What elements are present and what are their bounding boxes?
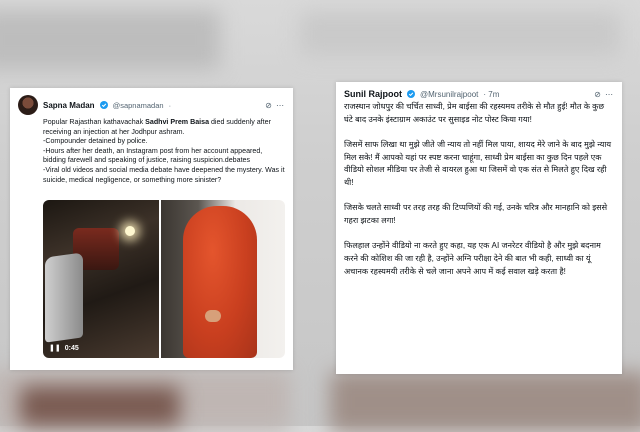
tweet-paragraph: फिलहाल उन्होंने वीडियो ना करते हुए कहा, … (344, 241, 601, 276)
tweet-bullet: -Viral old videos and social media debat… (43, 165, 285, 184)
grok-slash-icon[interactable]: ⊘ ⋯ (594, 90, 614, 99)
video-frame-car (45, 252, 83, 343)
tweet-lead: Popular Rajasthan kathavachak Sadhvi Pre… (43, 118, 285, 137)
separator-dot: · (168, 100, 172, 110)
tweet-text: Popular Rajasthan kathavachak Sadhvi Pre… (43, 118, 285, 185)
author-handle[interactable]: @Mrsunilrajpoot (420, 90, 478, 99)
author-name[interactable]: Sapna Madan (43, 101, 95, 110)
verified-badge-icon (99, 101, 108, 109)
background-blur (330, 372, 640, 432)
tweet-bullet: -Compounder detained by police. (43, 137, 148, 146)
background-blur (300, 12, 620, 56)
tweet-lead-bold: Sadhvi Prem Baisa (145, 118, 210, 126)
pause-icon[interactable]: ❚❚ (49, 344, 61, 352)
video-frame-light (125, 226, 135, 236)
tweet-bullet: -Hours after her death, an Instagram pos… (43, 146, 263, 165)
avatar[interactable] (18, 95, 38, 115)
photo-image[interactable] (161, 200, 285, 358)
verified-badge-icon (407, 90, 415, 98)
background-blur (0, 10, 220, 70)
author-handle[interactable]: @sapnamadan (113, 101, 164, 110)
video-time: 0:45 (64, 344, 79, 352)
tweet-paragraph: जिसमें साफ लिखा था मुझे जीते जी न्याय तो… (344, 139, 612, 188)
tweet-header: Sunil Rajpoot @Mrsunilrajpoot · 7m ⊘ ⋯ (344, 87, 614, 101)
tweet-paragraph: राजस्थान जोधपुर की चर्चित साध्वी, प्रेम … (344, 102, 605, 124)
tweet-paragraph: जिसके चलते साध्वी पर तरह तरह की टिप्पणिय… (344, 203, 608, 225)
tweet-time[interactable]: · 7m (483, 90, 499, 99)
video-controls[interactable]: ❚❚ 0:45 (49, 344, 79, 353)
tweet-text: राजस्थान जोधपुर की चर्चित साध्वी, प्रेम … (344, 101, 614, 278)
photo-figure-hand (205, 310, 221, 322)
tweet-media: ❚❚ 0:45 (43, 200, 285, 358)
grok-slash-icon[interactable]: ⊘ ⋯ (265, 101, 285, 110)
author-name[interactable]: Sunil Rajpoot (344, 89, 402, 99)
video-player[interactable]: ❚❚ 0:45 (43, 200, 159, 358)
background-blur (20, 386, 180, 426)
tweet-card-sapna: Sapna Madan @sapnamadan · ⊘ ⋯ Popular Ra… (10, 88, 293, 370)
tweet-lead-pre: Popular Rajasthan kathavachak (43, 118, 146, 126)
tweet-card-sunil: Sunil Rajpoot @Mrsunilrajpoot · 7m ⊘ ⋯ र… (336, 82, 622, 374)
tweet-header: Sapna Madan @sapnamadan · ⊘ ⋯ (18, 94, 285, 116)
photo-figure (183, 206, 257, 358)
